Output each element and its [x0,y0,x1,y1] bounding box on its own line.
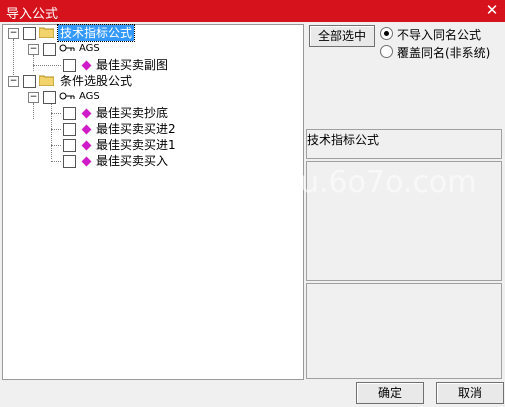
tree-connector [51,113,61,114]
formula-tree[interactable]: − 技术指标公式 − AGS 最佳买卖副图 − 条件选股公式 − AGS 最佳买… [2,24,304,380]
checkbox[interactable] [63,123,76,136]
tree-node-ags-2[interactable]: − AGS [3,89,303,105]
collapse-icon[interactable]: − [8,76,19,87]
tree-node-technical-indicators[interactable]: − 技术指标公式 [3,24,303,42]
formula-info-header: 技术指标公式 [306,129,502,159]
tree-node-label: 最佳买卖抄底 [96,106,169,120]
checkbox[interactable] [63,155,76,168]
tree-connector [51,145,61,146]
watermark: u.6o7o.com [300,165,477,200]
formula-icon [81,124,92,135]
formula-icon [81,140,92,151]
dialog-title: 导入公式 [6,7,59,22]
formula-icon [81,108,92,119]
collapse-icon[interactable]: − [8,28,19,39]
import-formula-dialog: 导入公式 ✕ − 技术指标公式 − AGS 最佳买卖副图 − 条件选股公式 − … [0,0,505,407]
tree-node-label: 最佳买卖买进1 [96,138,176,152]
tree-connector [33,65,61,66]
title-bar[interactable]: 导入公式 ✕ [0,0,505,22]
option-label: 覆盖同名(非系统) [397,46,491,60]
select-all-button[interactable]: 全部选中 [309,25,375,47]
formula-icon [81,156,92,167]
checkbox[interactable] [23,75,36,88]
tree-node-formula[interactable]: 最佳买卖买进1 [3,137,303,153]
folder-icon [39,75,54,86]
tree-node-label: 条件选股公式 [60,74,133,88]
option-no-import-same[interactable]: 不导入同名公式 [380,26,505,42]
tree-node-label: 最佳买卖买进2 [96,122,176,136]
formula-icon [81,60,92,71]
key-icon [59,44,75,52]
tree-node-formula[interactable]: 最佳买卖抄底 [3,105,303,121]
tree-node-label: 最佳买卖买入 [96,154,169,168]
close-icon[interactable]: ✕ [483,1,501,19]
key-icon [59,92,75,100]
collapse-icon[interactable]: − [28,92,39,103]
tree-node-stock-selection[interactable]: − 条件选股公式 [3,73,303,89]
checkbox[interactable] [43,43,56,56]
tree-node-ags-1[interactable]: − AGS [3,41,303,57]
folder-icon [39,27,54,38]
radio-unselected-icon[interactable] [380,45,393,58]
checkbox[interactable] [63,139,76,152]
formula-detail-panel [306,283,502,379]
option-label: 不导入同名公式 [397,28,482,42]
cancel-button[interactable]: 取消 [436,382,504,404]
checkbox[interactable] [63,59,76,72]
tree-node-label: AGS [79,91,100,102]
info-header-text: 技术指标公式 [307,133,380,147]
option-overwrite-same[interactable]: 覆盖同名(非系统) [380,44,505,60]
tree-node-formula[interactable]: 最佳买卖买入 [3,153,303,169]
tree-connector [51,161,61,162]
tree-connector [51,129,61,130]
checkbox[interactable] [63,107,76,120]
tree-node-formula[interactable]: 最佳买卖买进2 [3,121,303,137]
tree-node-formula[interactable]: 最佳买卖副图 [3,57,303,73]
tree-node-label: 最佳买卖副图 [96,58,169,72]
checkbox[interactable] [23,27,36,40]
tree-node-label: 技术指标公式 [56,24,136,42]
tree-node-label: AGS [79,43,100,54]
checkbox[interactable] [43,91,56,104]
radio-selected-icon[interactable] [380,27,393,40]
ok-button[interactable]: 确定 [356,382,424,404]
collapse-icon[interactable]: − [28,44,39,55]
